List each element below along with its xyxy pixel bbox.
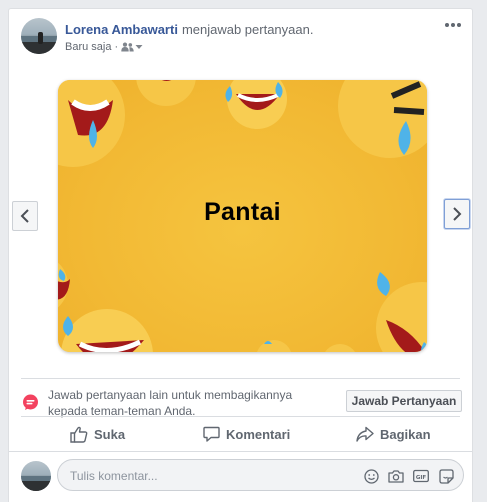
dot-icon [445, 23, 449, 27]
post-card: Lorena Ambawarti menjawab pertanyaan. Bar… [8, 8, 473, 502]
meta-separator: · [114, 41, 119, 53]
comment-label: Komentari [226, 426, 291, 442]
laughing-emoji-icon [136, 80, 196, 106]
thumbs-up-icon [70, 426, 88, 443]
question-answer-slide[interactable]: Pantai [58, 80, 427, 352]
divider [21, 416, 460, 417]
laughing-emoji-icon [257, 340, 291, 352]
commenter-avatar[interactable] [21, 461, 51, 491]
dot-icon [451, 23, 455, 27]
answer-more-prompt: Jawab pertanyaan lain untuk membagikanny… [48, 388, 293, 418]
more-options-button[interactable] [442, 17, 464, 33]
comment-bubble-icon [203, 426, 220, 442]
chevron-right-icon [453, 207, 462, 221]
svg-text:GIF: GIF [416, 475, 427, 481]
carousel-next-button[interactable] [444, 199, 470, 229]
emoji-icon[interactable] [363, 468, 379, 484]
divider [21, 378, 460, 379]
chevron-left-icon [20, 209, 29, 223]
gif-icon[interactable]: GIF [413, 468, 429, 484]
post-action-text: menjawab pertanyaan. [181, 22, 314, 37]
laughing-emoji-icon [325, 344, 355, 352]
laughing-emoji-icon [376, 272, 427, 352]
comment-field[interactable]: GIF [57, 459, 464, 491]
laughing-emoji-icon [58, 80, 125, 167]
laughing-emoji-icon [338, 80, 427, 158]
laughing-emoji-icon [225, 80, 287, 129]
post-meta: Baru saja · [65, 41, 143, 53]
question-bubble-icon [22, 394, 39, 415]
author-avatar[interactable] [21, 18, 57, 54]
share-arrow-icon [356, 426, 374, 442]
post-header-line: Lorena Ambawarti menjawab pertanyaan. [65, 22, 313, 37]
share-label: Bagikan [380, 426, 431, 442]
author-name-link[interactable]: Lorena Ambawarti [65, 22, 178, 37]
carousel-prev-button[interactable] [12, 201, 38, 231]
post-timestamp[interactable]: Baru saja [65, 41, 111, 53]
like-button[interactable]: Suka [70, 423, 125, 445]
answer-question-button[interactable]: Jawab Pertanyaan [346, 390, 462, 412]
slide-answer-text: Pantai [204, 198, 281, 226]
share-button[interactable]: Bagikan [356, 423, 431, 445]
like-label: Suka [94, 426, 126, 442]
chevron-down-icon [135, 45, 143, 49]
camera-icon[interactable] [388, 468, 404, 484]
divider [9, 451, 472, 452]
sticker-icon[interactable] [438, 468, 454, 484]
dot-icon [457, 23, 461, 27]
friends-icon[interactable] [121, 42, 143, 52]
laughing-emoji-icon [61, 309, 153, 352]
comment-input[interactable] [68, 466, 352, 486]
comment-button[interactable]: Komentari [203, 423, 290, 445]
